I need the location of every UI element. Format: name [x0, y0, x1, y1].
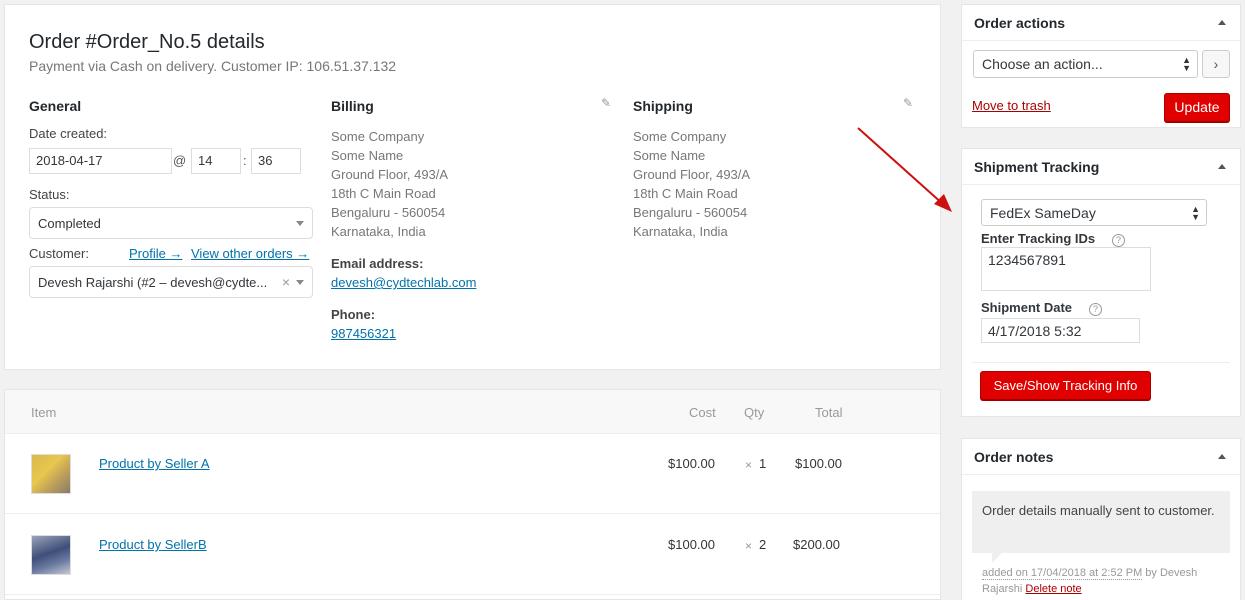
provider-select[interactable]: FedEx SameDay ▲ ▼: [981, 199, 1207, 226]
view-other-orders-link[interactable]: View other orders →: [191, 246, 309, 261]
billing-line: Some Name: [331, 148, 404, 163]
tracking-ids-textarea[interactable]: 1234567891: [981, 247, 1151, 291]
order-action-value: Choose an action...: [982, 56, 1103, 72]
chevron-down-icon: [296, 221, 304, 226]
annotation-arrow: [857, 127, 952, 212]
collapse-toggle-icon[interactable]: [1218, 20, 1226, 25]
product-link[interactable]: Product by Seller A: [99, 456, 210, 471]
qty-column-header: Qty: [744, 405, 765, 420]
update-button[interactable]: Update: [1164, 93, 1230, 122]
customer-value: Devesh Rajarshi (#2 – devesh@cydte...: [38, 275, 268, 290]
shipping-line: Karnataka, India: [633, 224, 728, 239]
order-title: Order #Order_No.5 details: [29, 31, 265, 53]
billing-line: Karnataka, India: [331, 224, 426, 239]
help-icon[interactable]: ?: [1112, 234, 1125, 247]
item-total: $200.00: [793, 537, 840, 552]
shipping-line: 18th C Main Road: [633, 186, 738, 201]
apply-action-button[interactable]: ›: [1202, 50, 1230, 78]
billing-line: Some Company: [331, 129, 425, 144]
order-data-panel: Order #Order_No.5 details Payment via Ca…: [4, 4, 941, 370]
order-subtitle: Payment via Cash on delivery. Customer I…: [29, 58, 397, 74]
item-qty: 2: [759, 537, 767, 552]
order-items-panel: Item Cost Qty Total Product by Seller A …: [4, 389, 941, 600]
help-icon[interactable]: ?: [1089, 303, 1102, 316]
item-cost: $100.00: [668, 537, 715, 552]
shipment-tracking-panel: Shipment Tracking FedEx SameDay ▲ ▼ Enter…: [961, 148, 1241, 417]
delete-note-link[interactable]: Delete note: [1025, 583, 1081, 595]
general-heading: General: [29, 98, 82, 114]
select-arrows-icon: ▲ ▼: [1182, 55, 1191, 73]
order-actions-panel: Order actions Choose an action... ▲ ▼ › M…: [961, 4, 1241, 128]
tracking-ids-label: Enter Tracking IDs: [981, 231, 1096, 246]
note-tail: [992, 553, 1002, 563]
shipping-heading: Shipping: [633, 98, 693, 114]
item-qty: 1: [759, 456, 767, 471]
phone-link[interactable]: 987456321: [331, 326, 396, 341]
cost-column-header: Cost: [689, 405, 716, 420]
shipment-date-label: Shipment Date: [981, 300, 1073, 315]
phone-label: Phone:: [331, 307, 376, 322]
minute-input[interactable]: 36: [251, 148, 301, 174]
email-label: Email address:: [331, 256, 424, 271]
billing-line: 18th C Main Road: [331, 186, 436, 201]
shipment-tracking-title: Shipment Tracking: [974, 159, 1100, 175]
shipping-line: Ground Floor, 493/A: [633, 167, 751, 182]
shipping-line: Some Name: [633, 148, 706, 163]
arrow-shaft: [857, 127, 945, 206]
email-link[interactable]: devesh@cydtechlab.com: [331, 275, 476, 290]
edit-billing-icon[interactable]: ✎: [601, 97, 613, 109]
customer-select[interactable]: Devesh Rajarshi (#2 – devesh@cydte... ×: [29, 266, 313, 298]
select-arrows-icon: ▲ ▼: [1191, 204, 1200, 222]
billing-line: Ground Floor, 493/A: [331, 167, 449, 182]
note-meta: added on 17/04/2018 at 2:52 PM by Devesh…: [982, 565, 1232, 597]
clear-icon[interactable]: ×: [282, 274, 290, 290]
order-notes-title: Order notes: [974, 449, 1054, 465]
save-tracking-button[interactable]: Save/Show Tracking Info: [980, 371, 1151, 400]
total-column-header: Total: [815, 405, 843, 420]
date-created-label: Date created:: [29, 126, 108, 141]
shipping-line: Some Company: [633, 129, 727, 144]
status-select[interactable]: Completed: [29, 207, 313, 239]
hour-input[interactable]: 14: [191, 148, 241, 174]
product-link[interactable]: Product by SellerB: [99, 537, 207, 552]
note-date: added on 17/04/2018 at 2:52 PM: [982, 567, 1143, 580]
provider-value: FedEx SameDay: [990, 205, 1096, 221]
billing-line: Bengaluru - 560054: [331, 205, 446, 220]
chevron-down-icon: [296, 280, 304, 285]
item-total: $100.00: [795, 456, 842, 471]
order-actions-title: Order actions: [974, 15, 1066, 31]
table-row: Product by SellerB $100.00 × 2 $200.00: [5, 515, 940, 595]
order-action-select[interactable]: Choose an action... ▲ ▼: [973, 50, 1198, 78]
order-notes-panel: Order notes Order details manually sent …: [961, 438, 1241, 600]
times-sign: ×: [745, 458, 753, 472]
arrow-head: [934, 194, 952, 212]
edit-shipping-icon[interactable]: ✎: [903, 97, 915, 109]
collapse-toggle-icon[interactable]: [1218, 164, 1226, 169]
shipment-tracking-header[interactable]: Shipment Tracking: [962, 149, 1240, 185]
move-to-trash-link[interactable]: Move to trash: [972, 98, 1051, 113]
items-table-header: Item Cost Qty Total: [5, 390, 940, 434]
product-thumbnail: [31, 535, 71, 575]
shipping-line: Bengaluru - 560054: [633, 205, 748, 220]
at-sign: @: [173, 153, 187, 168]
time-colon: :: [243, 153, 247, 168]
customer-label: Customer:: [29, 246, 89, 261]
order-notes-header[interactable]: Order notes: [962, 439, 1240, 475]
collapse-toggle-icon[interactable]: [1218, 454, 1226, 459]
item-cost: $100.00: [668, 456, 715, 471]
shipment-date-input[interactable]: 4/17/2018 5:32: [981, 318, 1140, 343]
status-label: Status:: [29, 187, 70, 202]
order-note: Order details manually sent to customer.: [972, 491, 1230, 553]
table-row: Product by Seller A $100.00 × 1 $100.00: [5, 434, 940, 514]
date-created-input[interactable]: 2018-04-17: [29, 148, 172, 174]
product-thumbnail: [31, 454, 71, 494]
customer-profile-link[interactable]: Profile →: [129, 246, 182, 261]
billing-heading: Billing: [331, 98, 374, 114]
status-value: Completed: [38, 216, 101, 231]
divider: [972, 362, 1230, 363]
order-actions-header[interactable]: Order actions: [962, 5, 1240, 41]
times-sign: ×: [745, 539, 753, 553]
item-column-header: Item: [31, 405, 57, 420]
